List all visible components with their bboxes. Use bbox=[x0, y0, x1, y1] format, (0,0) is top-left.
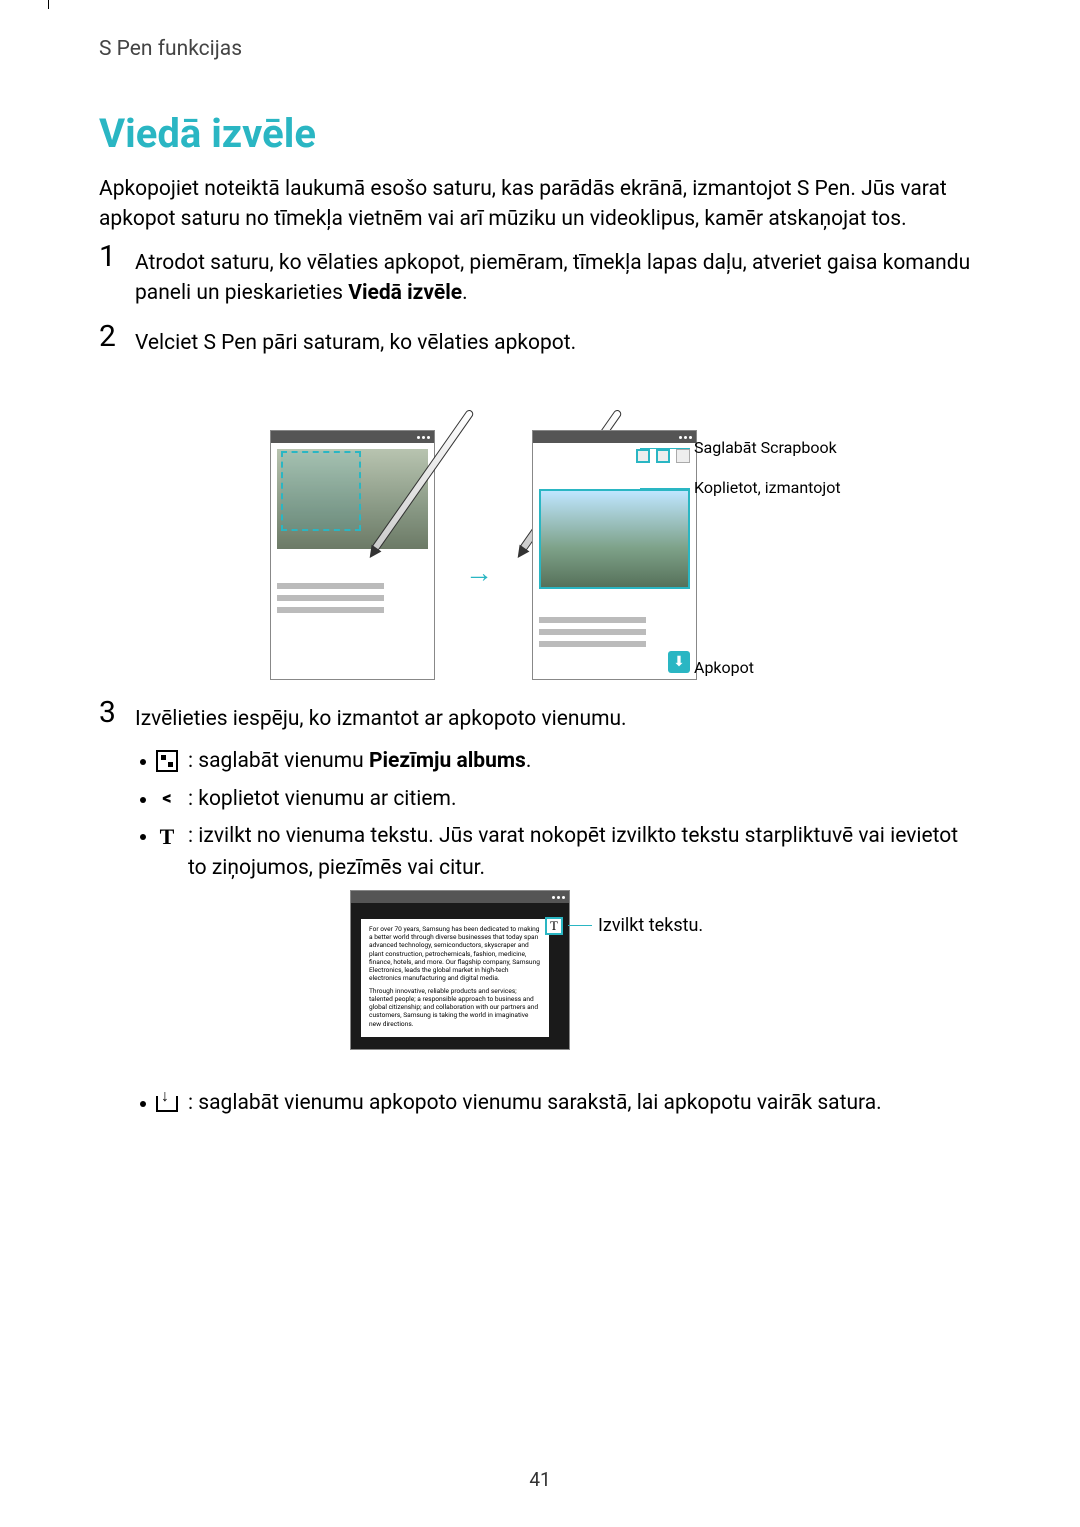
callout-extract-text: Izvilkt tekstu. bbox=[598, 915, 703, 936]
page-title: Viedā izvēle bbox=[99, 110, 316, 157]
phone-mock-after: ⬇ bbox=[532, 430, 697, 680]
option-list-2: : saglabāt vienumu apkopoto vienumu sara… bbox=[140, 1088, 981, 1126]
sample-paragraph: Through innovative, reliable products an… bbox=[369, 987, 541, 1028]
page-top-rule bbox=[48, 0, 49, 9]
scrapbook-icon bbox=[636, 449, 650, 463]
callout-collect: Apkopot bbox=[694, 658, 754, 677]
extract-text-diagram: For over 70 years, Samsung has been dedi… bbox=[350, 890, 850, 1050]
callout-save-scrapbook: Saglabāt Scrapbook bbox=[694, 438, 837, 457]
share-icon: < bbox=[156, 788, 178, 810]
phone-mock-before bbox=[270, 430, 435, 680]
step-2-text: Velciet S Pen pāri saturam, ko vēlaties … bbox=[135, 322, 576, 358]
scrapbook-icon bbox=[156, 750, 178, 772]
step-number: 3 bbox=[99, 698, 121, 734]
list-item: : saglabāt vienumu Piezīmju albums. bbox=[140, 746, 981, 778]
arrow-icon: → bbox=[465, 556, 493, 589]
text-extract-icon: T bbox=[156, 825, 178, 847]
running-header: S Pen funkcijas bbox=[99, 37, 242, 61]
step-1-bold: Viedā izvēle bbox=[348, 281, 462, 305]
share-icon bbox=[656, 449, 670, 463]
list-item: : saglabāt vienumu apkopoto vienumu sara… bbox=[140, 1088, 981, 1120]
selection-marquee bbox=[281, 451, 361, 531]
page-number: 41 bbox=[0, 1468, 1080, 1491]
smart-select-diagram: → ⬇ Saglabāt Scrapbook Koplietot, izmant… bbox=[270, 380, 890, 680]
collect-button-icon: ⬇ bbox=[668, 651, 690, 673]
intro-paragraph: Apkopojiet noteiktā laukumā esošo saturu… bbox=[99, 174, 981, 235]
step-1: 1 Atrodot saturu, ko vēlaties apkopot, p… bbox=[99, 242, 981, 309]
more-icon bbox=[676, 449, 690, 463]
download-tray-icon bbox=[156, 1096, 178, 1112]
text-extract-icon: T bbox=[545, 917, 563, 935]
step-3-text: Izvēlieties iespēju, ko izmantot ar apko… bbox=[135, 698, 627, 734]
step-1-text: Atrodot saturu, ko vēlaties apkopot, pie… bbox=[135, 251, 970, 305]
callout-share: Koplietot, izmantojot bbox=[694, 478, 841, 497]
sample-paragraph: For over 70 years, Samsung has been dedi… bbox=[369, 925, 541, 983]
step-number: 1 bbox=[99, 242, 121, 309]
list-item: T : izvilkt no vienuma tekstu. Jūs varat… bbox=[140, 821, 981, 884]
step-2: 2 Velciet S Pen pāri saturam, ko vēlatie… bbox=[99, 322, 981, 358]
step-3: 3 Izvēlieties iespēju, ko izmantot ar ap… bbox=[99, 698, 981, 734]
option-list: : saglabāt vienumu Piezīmju albums. < : … bbox=[140, 746, 981, 890]
step-number: 2 bbox=[99, 322, 121, 358]
phone-mock-text: For over 70 years, Samsung has been dedi… bbox=[350, 890, 570, 1050]
list-item: < : koplietot vienumu ar citiem. bbox=[140, 784, 981, 816]
